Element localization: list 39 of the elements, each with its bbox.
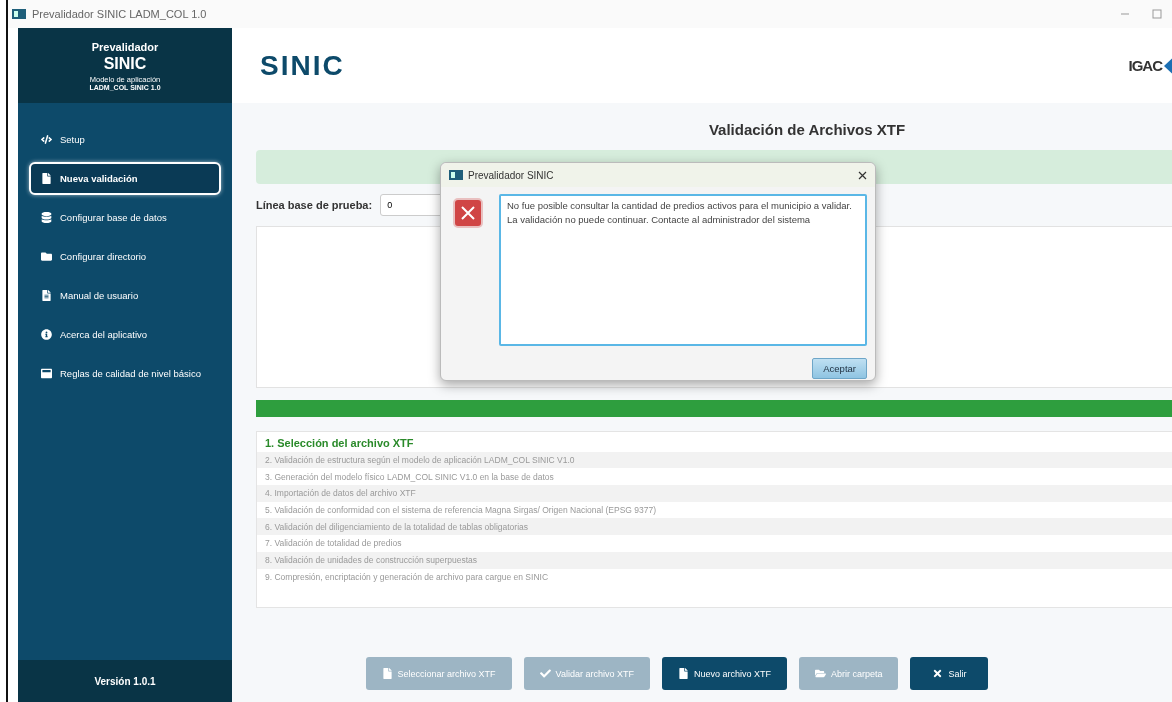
folder-icon (41, 251, 52, 262)
step-item: 4. Importación de datos del archivo XTF (257, 485, 1172, 502)
document-icon (41, 290, 52, 301)
step-item: 6. Validación del diligenciamiento de la totalidad de tablas obligatorias (257, 518, 1172, 536)
sidebar-item[interactable]: Configurar base de datos (29, 201, 221, 234)
check-icon (539, 668, 551, 679)
logo: SINIC (260, 49, 345, 82)
file-icon (381, 668, 393, 679)
action-button[interactable]: Salir (910, 657, 989, 690)
window-icon (41, 368, 52, 379)
action-button[interactable]: Nuevo archivo XTF (661, 657, 787, 690)
sidebar-item[interactable]: Manual de usuario (29, 279, 221, 312)
file-icon (41, 173, 52, 184)
app-name: SINIC (103, 54, 147, 73)
app-icon (449, 170, 463, 180)
partner-logo: IGAC (1128, 57, 1162, 74)
dialog-title: Prevalidador SINIC (468, 169, 555, 181)
sidebar-item[interactable]: Configurar directorio (29, 240, 221, 273)
message-field[interactable]: No fue posible consultar la cantidad de predios activos para el municipio a validar. La validación no puede continuar. Contacte al administrador del sistema (499, 194, 867, 346)
app-icon (12, 9, 26, 19)
sidebar-item[interactable]: Nueva validación (29, 162, 221, 195)
close-icon[interactable] (858, 170, 867, 180)
accept-button[interactable]: Aceptar (812, 358, 867, 379)
sidebar-item[interactable]: Reglas de calidad de nivel básico (29, 357, 221, 390)
file-icon (677, 668, 689, 679)
app-label: Prevalidador (91, 40, 159, 53)
version-label: Versión 1.0.1 (18, 660, 232, 702)
folder-open-icon (814, 668, 826, 679)
sidebar-item[interactable]: Acerca del aplicativo (29, 318, 221, 351)
page-title: Validación de Archivos XTF (707, 120, 907, 140)
sidebar-item[interactable]: Setup (29, 123, 221, 156)
baseline-label: Línea base de prueba: (256, 199, 373, 211)
info-icon (41, 329, 52, 340)
error-icon (453, 198, 483, 228)
code-icon (41, 134, 52, 145)
window-title: Prevalidador SINIC LADM_COL 1.0 (32, 8, 208, 20)
close-icon (932, 668, 944, 679)
maximize-icon[interactable] (1152, 9, 1162, 19)
database-icon (41, 212, 52, 223)
